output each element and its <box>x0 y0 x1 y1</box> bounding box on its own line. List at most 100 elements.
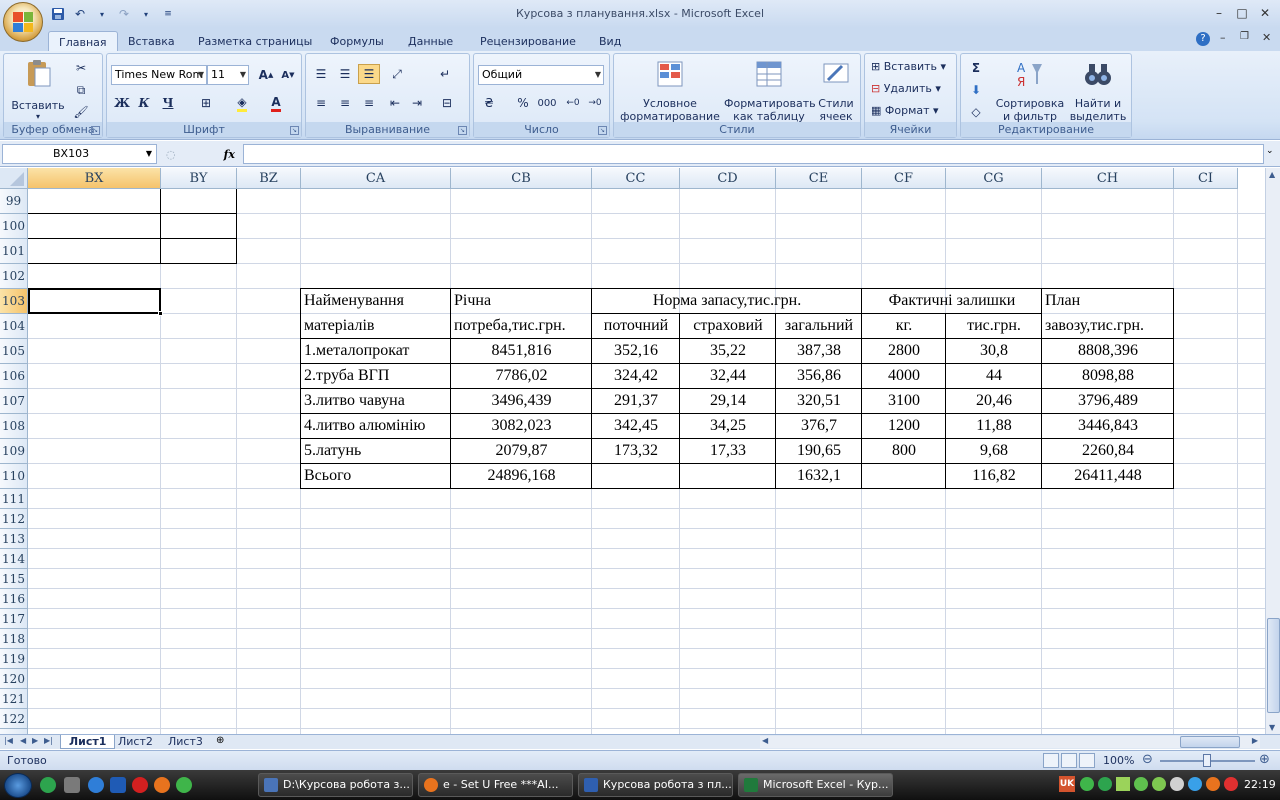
table-cell-actual-uah[interactable]: 116,82 <box>946 464 1042 489</box>
header-plan-line2[interactable]: завозу,тис.грн. <box>1042 314 1174 339</box>
start-button[interactable] <box>4 773 32 798</box>
scroll-down-icon[interactable]: ▼ <box>1269 723 1275 732</box>
table-cell-norm-current[interactable]: 324,42 <box>592 364 680 389</box>
format-cells-button[interactable]: ▦ Формат ▾ <box>871 104 939 117</box>
row-header-103[interactable]: 103 <box>0 289 28 314</box>
table-cell-annual-need[interactable]: 8451,816 <box>451 339 592 364</box>
table-cell-norm-total[interactable]: 1632,1 <box>776 464 862 489</box>
table-cell-actual-kg[interactable]: 3100 <box>862 389 946 414</box>
clear-icon[interactable]: ◇ <box>965 102 987 122</box>
tab-view[interactable]: Вид <box>589 31 631 52</box>
table-cell-norm-safety[interactable] <box>680 464 776 489</box>
column-header-cg[interactable]: CG <box>946 168 1042 189</box>
row-header-116[interactable]: 116 <box>0 589 28 609</box>
table-cell-annual-need[interactable]: 24896,168 <box>451 464 592 489</box>
name-box[interactable]: BX103 ▼ <box>2 144 157 164</box>
header-need-line1[interactable]: Річна <box>451 289 592 314</box>
tab-review[interactable]: Рецензирование <box>470 31 586 52</box>
column-header-cd[interactable]: CD <box>680 168 776 189</box>
row-header-108[interactable]: 108 <box>0 414 28 439</box>
task-explorer[interactable]: D:\Курсова робота з... <box>258 773 413 797</box>
row-header-115[interactable]: 115 <box>0 569 28 589</box>
insert-cells-button[interactable]: ⊞ Вставить ▾ <box>871 60 946 73</box>
conditional-formatting-button[interactable]: Условное форматирование <box>618 58 722 123</box>
table-cell-norm-current[interactable]: 342,45 <box>592 414 680 439</box>
autosum-icon[interactable]: Σ <box>965 58 987 78</box>
zoom-out-icon[interactable]: ⊖ <box>1142 752 1153 767</box>
active-cell[interactable] <box>28 288 163 316</box>
column-header-ci[interactable]: CI <box>1174 168 1238 189</box>
table-cell-norm-total[interactable]: 190,65 <box>776 439 862 464</box>
row-header-107[interactable]: 107 <box>0 389 28 414</box>
table-cell-annual-need[interactable]: 7786,02 <box>451 364 592 389</box>
header-plan-line1[interactable]: План <box>1042 289 1174 314</box>
table-cell-norm-current[interactable]: 352,16 <box>592 339 680 364</box>
table-cell-actual-uah[interactable]: 20,46 <box>946 389 1042 414</box>
table-cell-norm-total[interactable]: 356,86 <box>776 364 862 389</box>
header-name-line1[interactable]: Найменування <box>301 289 451 314</box>
table-cell-actual-uah[interactable]: 44 <box>946 364 1042 389</box>
opera-icon[interactable] <box>132 777 148 793</box>
spreadsheet-grid[interactable]: BX BY BZ CA CB CC CD CE CF CG CH CI 99 100 101 102 103 1… <box>0 168 1265 734</box>
table-cell-plan-delivery[interactable]: 3446,843 <box>1042 414 1174 439</box>
horizontal-scrollbar[interactable]: ◀ ▶ <box>760 736 1260 748</box>
font-launcher-icon[interactable]: ↘ <box>290 126 299 135</box>
column-header-ce[interactable]: CE <box>776 168 862 189</box>
merge-center-icon[interactable]: ⊟ <box>436 93 458 113</box>
table-cell-plan-delivery[interactable]: 2260,84 <box>1042 439 1174 464</box>
network-icon[interactable] <box>176 777 192 793</box>
font-name-combo[interactable]: Times New Rom ▼ <box>111 65 207 85</box>
header-norm-total[interactable]: загальний <box>776 314 862 339</box>
currency-icon[interactable]: ₴ <box>478 93 500 113</box>
settings-icon[interactable] <box>64 777 80 793</box>
scroll-up-icon[interactable]: ▲ <box>1269 170 1275 179</box>
tray-network-icon[interactable] <box>1134 777 1148 791</box>
row-header-100[interactable]: 100 <box>0 214 28 239</box>
horizontal-scroll-thumb[interactable] <box>1180 736 1240 748</box>
tab-page-layout[interactable]: Разметка страницы <box>188 31 322 52</box>
vertical-scroll-thumb[interactable] <box>1267 618 1280 713</box>
borders-icon[interactable]: ⊞ <box>195 93 217 113</box>
decrease-indent-icon[interactable]: ⇤ <box>384 93 406 113</box>
formula-input[interactable] <box>243 144 1264 164</box>
copy-icon[interactable]: ⧉ <box>70 80 92 100</box>
wrap-text-icon[interactable]: ↵ <box>434 64 456 84</box>
table-cell-actual-kg[interactable] <box>862 464 946 489</box>
delete-cells-button[interactable]: ⊟ Удалить ▾ <box>871 82 941 95</box>
expand-formula-bar-icon[interactable]: ⌄ <box>1266 146 1274 156</box>
table-cell-actual-kg[interactable]: 800 <box>862 439 946 464</box>
align-right-icon[interactable]: ≡ <box>358 93 380 113</box>
column-header-cb[interactable]: CB <box>451 168 592 189</box>
cut-icon[interactable]: ✂ <box>70 58 92 78</box>
header-actual-kg[interactable]: кг. <box>862 314 946 339</box>
increase-indent-icon[interactable]: ⇥ <box>406 93 428 113</box>
language-indicator[interactable]: UK <box>1059 776 1075 792</box>
table-cell-material-name[interactable]: 2.труба ВГП <box>301 364 451 389</box>
row-header-102[interactable]: 102 <box>0 264 28 289</box>
table-cell-material-name[interactable]: 1.металопрокат <box>301 339 451 364</box>
tab-insert[interactable]: Вставка <box>118 31 185 52</box>
column-header-by[interactable]: BY <box>161 168 237 189</box>
sheet-tab-3[interactable]: Лист3 <box>160 735 211 749</box>
task-browser[interactable]: e - Set U Free ***AI... <box>418 773 573 797</box>
column-header-cc[interactable]: CC <box>592 168 680 189</box>
table-cell-annual-need[interactable]: 3496,439 <box>451 389 592 414</box>
tray-volume-icon[interactable] <box>1170 777 1184 791</box>
align-middle-icon[interactable]: ☰ <box>334 64 356 84</box>
table-cell-norm-total[interactable]: 387,38 <box>776 339 862 364</box>
last-sheet-icon[interactable]: ▶| <box>44 736 53 745</box>
row-header-120[interactable]: 120 <box>0 669 28 689</box>
table-cell-actual-uah[interactable]: 9,68 <box>946 439 1042 464</box>
table-cell-norm-current[interactable] <box>592 464 680 489</box>
select-all-corner[interactable] <box>0 168 28 189</box>
clipboard-launcher-icon[interactable]: ↘ <box>91 126 100 135</box>
name-box-dropdown-icon[interactable]: ▼ <box>146 145 152 163</box>
tab-home[interactable]: Главная <box>48 31 118 52</box>
media-icon[interactable] <box>110 777 126 793</box>
tray-alert-icon[interactable] <box>1224 777 1238 791</box>
table-cell-norm-safety[interactable]: 35,22 <box>680 339 776 364</box>
table-cell-material-name[interactable]: Всього <box>301 464 451 489</box>
normal-view-icon[interactable] <box>1043 753 1059 768</box>
header-actual-uah[interactable]: тис.грн. <box>946 314 1042 339</box>
sheet-tab-2[interactable]: Лист2 <box>110 735 161 749</box>
